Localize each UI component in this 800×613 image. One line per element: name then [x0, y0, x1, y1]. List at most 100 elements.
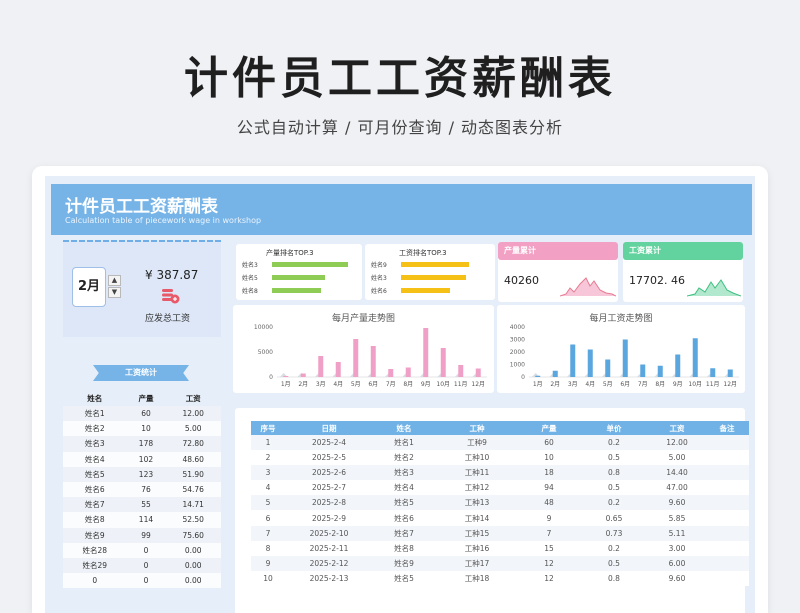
- top3-bar-label: 姓名8: [242, 288, 258, 295]
- wage-stats-row[interactable]: 姓名28 0 0.00: [63, 542, 221, 558]
- detail-cell: 工种15: [435, 525, 519, 541]
- detail-cell: 姓名5: [373, 495, 435, 511]
- wage-stats-cell: 52.50: [165, 512, 221, 528]
- wage-stats-row[interactable]: 姓名5 123 51.90: [63, 466, 221, 482]
- top3-bar-label: 姓名3: [242, 262, 258, 269]
- chart-bar: [458, 365, 464, 377]
- wage-stats-row[interactable]: 姓名3 178 72.80: [63, 436, 221, 452]
- detail-cell: [705, 435, 749, 451]
- detail-row[interactable]: 5 2025-2-8 姓名5 工种13 48 0.2 9.60: [251, 495, 749, 511]
- wage-stats-row[interactable]: 姓名6 76 54.76: [63, 481, 221, 498]
- chart-bar: [388, 369, 394, 377]
- sheet-area: 计件员工工资薪酬表 Calculation table of piecework…: [45, 176, 755, 613]
- detail-cell: 2025-2-10: [285, 525, 373, 541]
- x-tick-label: 10月: [688, 381, 702, 388]
- wage-stats-row[interactable]: 姓名7 55 14.71: [63, 497, 221, 513]
- detail-header: 工种: [435, 421, 519, 435]
- detail-row[interactable]: 1 2025-2-4 姓名1 工种9 60 0.2 12.00: [251, 435, 749, 451]
- wage-stats-row[interactable]: 姓名2 10 5.00: [63, 421, 221, 437]
- wage-stats-table: 姓名 产量 工资 姓名1 60 12.00 姓名2 10 5.00 姓名3 178 72.80 姓名4…: [63, 390, 221, 589]
- wage-stats-header: 姓名: [87, 393, 103, 403]
- detail-cell: [705, 540, 749, 556]
- detail-header: 日期: [285, 421, 373, 435]
- detail-cell: 2: [251, 450, 285, 466]
- detail-cell: 工种9: [435, 435, 519, 451]
- x-tick-label: 6月: [368, 381, 378, 388]
- detail-header: 单价: [579, 421, 649, 435]
- detail-cell: 工种11: [435, 465, 519, 481]
- top3-bar: [401, 275, 467, 280]
- wage-stats-cell: 姓名7: [63, 497, 127, 513]
- x-tick-label: 11月: [706, 381, 720, 388]
- chart-bar: [675, 354, 681, 377]
- y-tick-label: 4000: [510, 324, 525, 331]
- y-tick-label: 3000: [510, 337, 525, 344]
- detail-row[interactable]: 6 2025-2-9 姓名6 工种14 9 0.65 5.85: [251, 510, 749, 526]
- detail-cell: 0.2: [579, 540, 649, 556]
- detail-header: 备注: [705, 421, 749, 435]
- wage-total-widget: 工资累计 17702. 46: [623, 242, 743, 302]
- detail-cell: 姓名7: [373, 525, 435, 541]
- wage-stats-row[interactable]: 姓名4 102 48.60: [63, 451, 221, 467]
- wage-stats-cell: 姓名9: [63, 527, 127, 543]
- top3-bar-label: 姓名3: [371, 275, 387, 282]
- detail-row[interactable]: 7 2025-2-10 姓名7 工种15 7 0.73 5.11: [251, 525, 749, 541]
- wage-stats-cell: 0.00: [165, 542, 221, 558]
- wage-stats-cell: 123: [126, 466, 166, 482]
- month-input[interactable]: 2月: [72, 267, 106, 307]
- month-down-button[interactable]: ▼: [108, 287, 121, 298]
- detail-cell: 2025-2-12: [285, 555, 373, 571]
- detail-cell: 9.60: [649, 570, 705, 586]
- hero-title: 计件员工工资薪酬表: [184, 53, 616, 104]
- chart-bar: [423, 328, 429, 377]
- detail-header: 姓名: [373, 421, 435, 435]
- chart-bar: [710, 368, 716, 377]
- wage-stats-cell: 0: [126, 542, 166, 558]
- chart-bar: [552, 370, 558, 377]
- wage-stats-cell: 0: [126, 573, 166, 589]
- wage-stats-row[interactable]: 姓名9 99 75.60: [63, 527, 221, 543]
- total-wage-amount: ¥ 387.87: [145, 268, 199, 282]
- detail-cell: 2025-2-5: [285, 450, 373, 466]
- detail-cell: [705, 555, 749, 571]
- wage-stats-row[interactable]: 姓名1 60 12.00: [63, 406, 221, 422]
- detail-row[interactable]: 4 2025-2-7 姓名4 工种12 94 0.5 47.00: [251, 480, 749, 496]
- chart-bar: [370, 346, 376, 377]
- hero-subtitle: 公式自动计算 / 可月份查询 / 动态图表分析: [236, 118, 564, 137]
- wage-stats-cell: 0: [126, 557, 166, 574]
- x-tick-label: 5月: [603, 381, 613, 388]
- detail-cell: 6: [251, 510, 285, 526]
- detail-cell: 工种12: [435, 480, 519, 496]
- detail-cell: 2025-2-7: [285, 480, 373, 496]
- detail-row[interactable]: 10 2025-2-13 姓名5 工种18 12 0.8 9.60: [251, 570, 749, 586]
- chart-bar: [657, 365, 663, 377]
- month-up-button[interactable]: ▲: [108, 275, 121, 286]
- detail-row[interactable]: 8 2025-2-11 姓名8 工种16 15 0.2 3.00: [251, 540, 749, 556]
- detail-cell: 姓名4: [373, 480, 435, 496]
- wage-stats-row[interactable]: 姓名29 0 0.00: [63, 557, 221, 574]
- detail-cell: 8: [251, 540, 285, 556]
- detail-cell: 工种10: [435, 450, 519, 466]
- detail-row[interactable]: 2 2025-2-5 姓名2 工种10 10 0.5 5.00: [251, 450, 749, 466]
- detail-cell: 5: [251, 495, 285, 511]
- detail-cell: 2025-2-6: [285, 465, 373, 481]
- detail-cell: 0.2: [579, 435, 649, 451]
- wage-stats-row[interactable]: 0 0 0.00: [63, 573, 221, 589]
- x-tick-label: 2月: [298, 381, 308, 388]
- detail-cell: 0.8: [579, 570, 649, 586]
- detail-cell: 0.73: [579, 525, 649, 541]
- detail-header: 产量: [519, 421, 579, 435]
- detail-row[interactable]: 9 2025-2-12 姓名9 工种17 12 0.5 6.00: [251, 555, 749, 571]
- detail-cell: [705, 450, 749, 466]
- detail-row[interactable]: 3 2025-2-6 姓名3 工种11 18 0.8 14.40: [251, 465, 749, 481]
- top3-output-widget: 产量排名TOP.3 姓名3 姓名5 姓名8: [236, 244, 362, 300]
- top3-wage-widget: 工资排名TOP.3 姓名9 姓名3 姓名6: [365, 244, 495, 300]
- x-tick-label: 4月: [333, 381, 343, 388]
- detail-cell: 9.60: [649, 495, 705, 511]
- detail-cell: [705, 525, 749, 541]
- output-total-widget: 产量累计 40260: [498, 242, 618, 302]
- detail-cell: 18: [519, 465, 579, 481]
- wage-stats-cell: 178: [126, 436, 166, 452]
- x-tick-label: 2月: [550, 381, 560, 388]
- wage-stats-row[interactable]: 姓名8 114 52.50: [63, 512, 221, 528]
